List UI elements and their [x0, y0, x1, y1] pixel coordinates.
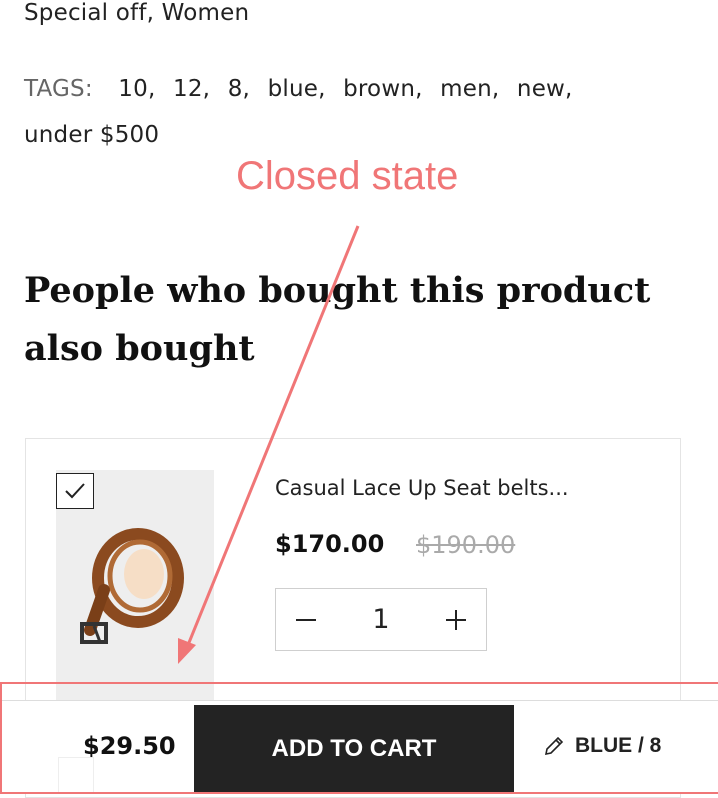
tag-link[interactable]: men,	[440, 76, 499, 102]
product-price: $170.00	[275, 530, 385, 558]
minus-icon	[296, 618, 316, 621]
sticky-add-to-cart-bar: $29.50 ADD TO CART BLUE / 8	[0, 700, 718, 793]
add-to-cart-button[interactable]: ADD TO CART	[194, 705, 514, 793]
tag-link[interactable]: blue,	[268, 76, 326, 102]
product-tags: TAGS: 10, 12, 8, blue, brown, men, new, …	[24, 66, 624, 158]
tags-label: TAGS:	[24, 76, 93, 102]
product-name[interactable]: Casual Lace Up Seat belts...	[275, 476, 569, 500]
tag-link[interactable]: 12,	[173, 76, 210, 102]
section-heading: People who bought this product also boug…	[24, 270, 651, 369]
quantity-value[interactable]: 1	[336, 589, 426, 650]
quantity-stepper: 1	[275, 588, 487, 651]
tag-link[interactable]: 10,	[118, 76, 155, 102]
plus-icon	[446, 609, 466, 630]
sticky-bar-price: $29.50	[83, 732, 176, 760]
product-categories: Special off, Women	[24, 0, 250, 26]
tag-link[interactable]: 8,	[228, 76, 250, 102]
tag-link[interactable]: under $500	[24, 122, 159, 148]
tag-link[interactable]: new,	[517, 76, 573, 102]
tag-link[interactable]: brown,	[343, 76, 423, 102]
annotation-label: Closed state	[236, 154, 459, 198]
check-icon	[65, 483, 85, 499]
product-old-price: $190.00	[416, 531, 516, 559]
pencil-icon	[544, 736, 564, 756]
second-product-checkbox	[58, 757, 94, 793]
quantity-increase-button[interactable]	[426, 589, 486, 650]
variant-selector[interactable]: BLUE / 8	[543, 734, 661, 758]
variant-label: BLUE / 8	[575, 734, 662, 757]
product-select-checkbox[interactable]	[56, 473, 94, 509]
quantity-decrease-button[interactable]	[276, 589, 336, 650]
